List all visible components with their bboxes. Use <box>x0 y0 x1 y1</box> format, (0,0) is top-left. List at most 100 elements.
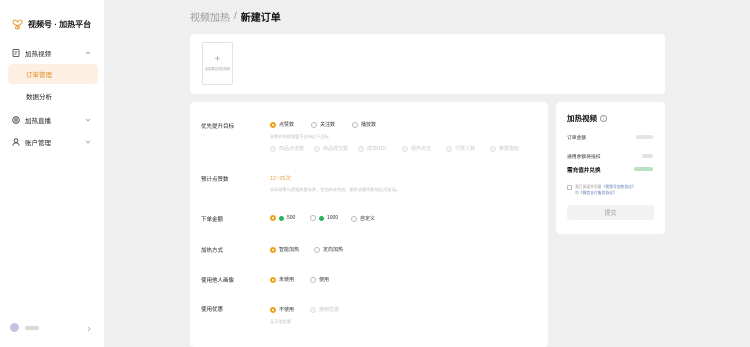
sidebar-item-order-management[interactable]: 订单管理 <box>8 64 98 84</box>
order-form: 优先提升目标 点赞数 关注数 播放数 长期作的视频暂不支持以下目标 商品点击数 … <box>190 102 548 347</box>
coupon-option-use: 使用优惠 <box>310 306 339 313</box>
goal-option-disabled: 商品点击数 <box>270 145 304 152</box>
option-label: 使用优惠 <box>319 307 340 313</box>
app-logo[interactable]: 视频号 · 加热平台 <box>12 19 91 30</box>
select-video-button[interactable]: + 选择要加热的视频 <box>202 42 233 85</box>
sidebar: 视频号 · 加热平台 加热视频 订单管理 数据分析 加热直播 账户管理 <box>0 0 104 347</box>
method-label: 加热方式 <box>201 248 224 254</box>
goal-option-disabled: 成交ROI <box>358 145 386 152</box>
radio-selected <box>270 121 276 128</box>
coupon-label: 使用优惠 <box>201 307 224 313</box>
option-label: 播放数 <box>361 122 377 128</box>
portrait-option-use[interactable]: 使用 <box>310 276 329 283</box>
recharge-value-blurred <box>634 167 653 171</box>
option-label: 1000 <box>327 215 339 221</box>
option-label: 商品点击数 <box>279 146 305 152</box>
chevron-right-icon[interactable] <box>86 326 92 332</box>
option-label: 自定义 <box>360 216 376 222</box>
option-label: 500 <box>287 215 296 221</box>
radio-selected <box>270 215 276 221</box>
radio <box>310 215 316 221</box>
chevron-down-icon <box>84 138 92 146</box>
checkbox[interactable] <box>567 185 572 190</box>
goal-option-plays[interactable]: 播放数 <box>352 121 376 128</box>
radio <box>314 145 320 152</box>
amount-option-500[interactable]: 500 <box>270 215 295 221</box>
portrait-option-none[interactable]: 未使用 <box>270 276 294 283</box>
goal-option-likes[interactable]: 点赞数 <box>270 121 294 128</box>
agreement-checkbox[interactable]: 我已阅读并同意《视频号加热协议》 和《微信支付服务协议》 <box>567 184 657 196</box>
option-label: 成交ROI <box>367 146 386 152</box>
option-label: 智能加热 <box>279 247 300 253</box>
balance-value-blurred <box>642 154 653 158</box>
option-label: 参数指标 <box>499 146 520 152</box>
option-label: 点赞数 <box>279 122 295 128</box>
plus-icon: + <box>214 54 221 66</box>
radio <box>311 121 317 128</box>
radio <box>351 215 357 222</box>
goal-option-disabled: 参数指标 <box>490 145 519 152</box>
radio-selected <box>270 306 276 313</box>
sidebar-item-data-analysis[interactable]: 数据分析 <box>8 86 98 106</box>
coin-icon <box>279 215 284 221</box>
goal-option-disabled: 组件点击 <box>402 145 431 152</box>
breadcrumb-separator: / <box>234 11 237 22</box>
coin-icon <box>319 215 324 221</box>
goal-note: 长期作的视频暂不支持以下目标 <box>270 134 329 139</box>
app-title: 视频号 · 加热平台 <box>28 20 92 29</box>
radio <box>358 145 364 152</box>
radio <box>310 276 316 283</box>
goal-option-disabled: 商品成交数 <box>314 145 348 152</box>
coupon-option-none[interactable]: 不使用 <box>270 306 294 313</box>
radio-selected <box>270 246 276 253</box>
sidebar-item-label: 数据分析 <box>26 94 52 101</box>
method-option-smart[interactable]: 智能加热 <box>270 246 299 253</box>
chevron-up-icon <box>84 49 92 57</box>
option-label: 关注数 <box>320 122 336 128</box>
radio <box>310 306 316 313</box>
summary-title-text: 加热视频 <box>567 114 597 123</box>
amount-option-1000[interactable]: 1000 <box>310 215 338 221</box>
option-label: 付费人数 <box>455 146 476 152</box>
radio <box>446 145 452 152</box>
order-amount-value-blurred <box>636 135 653 139</box>
balance-deduct-label: 通用余额将抵扣 <box>567 155 601 160</box>
nav-group-live-heating[interactable]: 加热直播 <box>0 113 104 127</box>
document-icon <box>12 49 20 57</box>
radio <box>314 246 320 253</box>
amount-label: 下单金额 <box>201 217 224 223</box>
avatar <box>10 323 19 332</box>
option-label: 商品成交数 <box>323 146 349 152</box>
estimate-label: 预计点赞数 <box>201 177 229 183</box>
live-icon <box>12 116 20 124</box>
nav-group-label: 加热直播 <box>25 118 51 125</box>
nav-group-video-heating[interactable]: 加热视频 <box>0 46 104 60</box>
radio <box>402 145 408 152</box>
amount-option-custom[interactable]: 自定义 <box>351 215 375 222</box>
option-label: 使用 <box>319 277 330 283</box>
radio <box>352 121 358 128</box>
method-option-targeted[interactable]: 定向加热 <box>314 246 343 253</box>
option-label: 组件点击 <box>411 146 432 152</box>
radio <box>270 145 276 152</box>
user-icon <box>12 138 20 146</box>
page-title: 新建订单 <box>240 13 281 24</box>
account-switcher[interactable] <box>10 323 39 332</box>
goal-option-follows[interactable]: 关注数 <box>311 121 335 128</box>
option-label: 未使用 <box>279 277 295 283</box>
info-icon[interactable]: i <box>600 115 607 122</box>
goal-option-disabled: 付费人数 <box>446 145 475 152</box>
select-video-hint: 选择要加热的视频 <box>204 67 231 72</box>
chevron-down-icon <box>84 116 92 124</box>
nav-group-label: 账户管理 <box>25 140 51 147</box>
butterfly-logo-icon <box>12 19 23 30</box>
radio <box>490 145 496 152</box>
nav-group-account-management[interactable]: 账户管理 <box>0 135 104 149</box>
agreement-link-heating[interactable]: 《视频号加热协议》 <box>602 185 636 189</box>
coupon-note: 无可用优惠 <box>270 319 291 324</box>
agreement-link-payment[interactable]: 《微信支付服务协议》 <box>579 191 617 195</box>
submit-button[interactable]: 提交 <box>567 205 654 220</box>
sidebar-item-label: 订单管理 <box>26 72 52 79</box>
portrait-label: 使用他人画像 <box>201 278 235 284</box>
breadcrumb-parent[interactable]: 视频加热 <box>190 9 230 24</box>
